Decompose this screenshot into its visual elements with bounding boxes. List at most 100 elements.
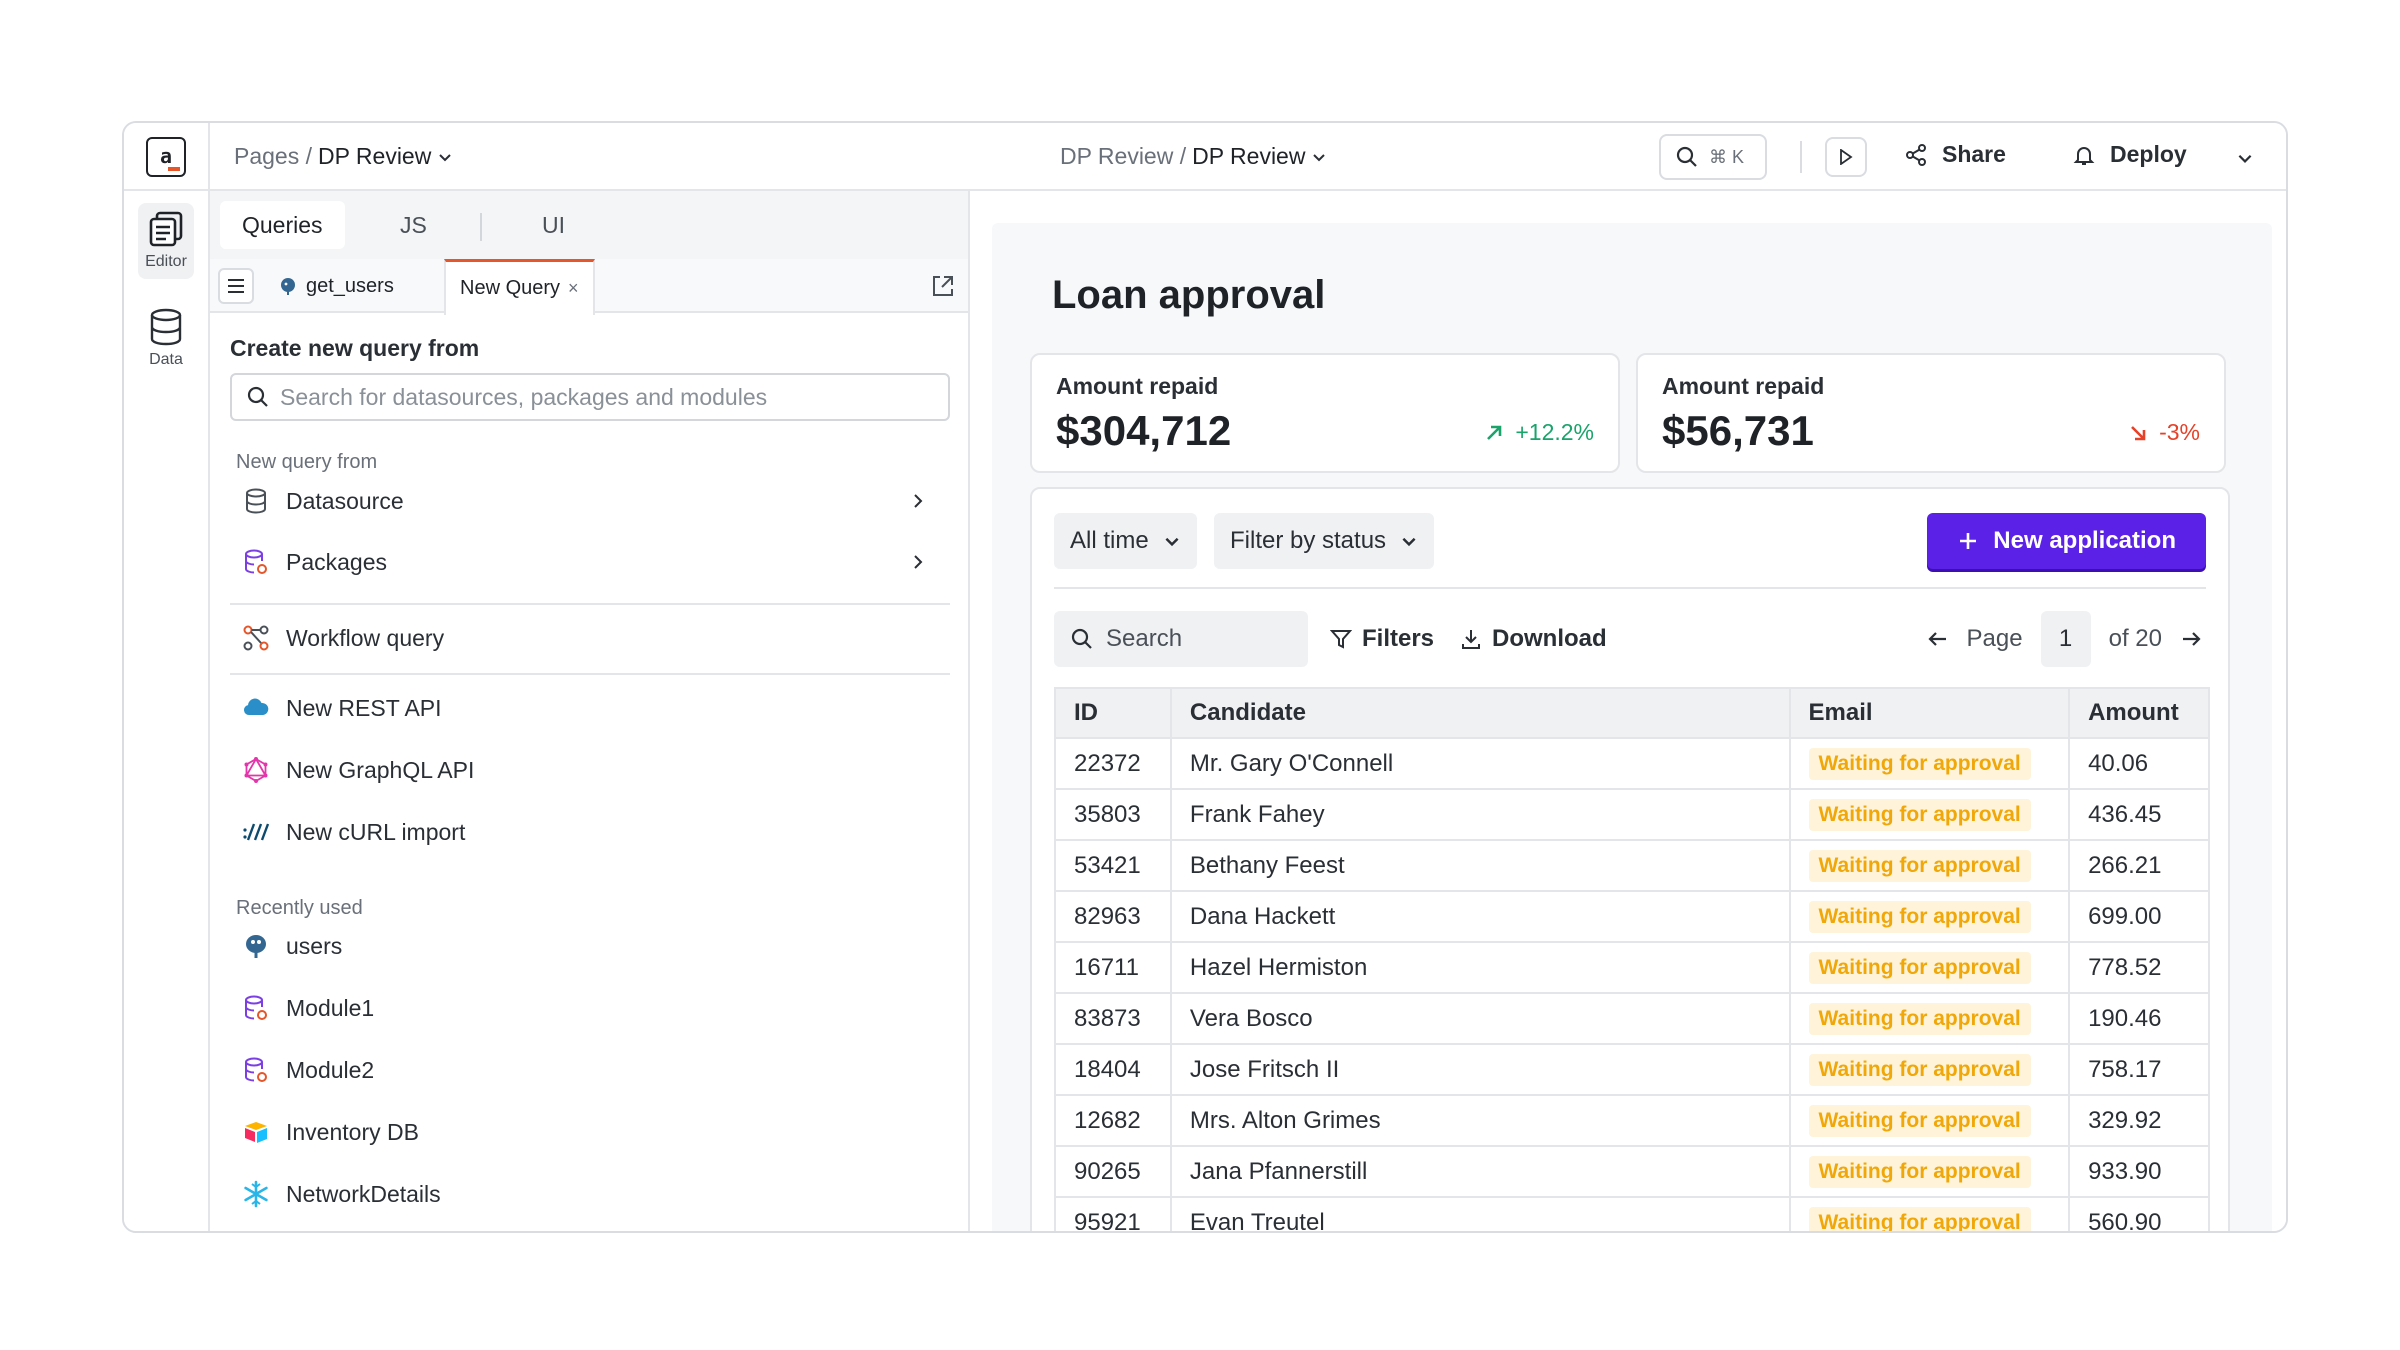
- arrow-up-right-icon: [1487, 425, 1502, 440]
- table-row[interactable]: 18404 Jose Fritsch II Waiting for approval…: [1054, 1043, 2210, 1096]
- cell-status: Waiting for approval: [1788, 1094, 2071, 1147]
- file-tab-label: get_users: [306, 274, 394, 297]
- recent-item-module1[interactable]: Module1: [230, 981, 950, 1035]
- tab-ui[interactable]: UI: [520, 201, 587, 249]
- stat-value: $56,731: [1662, 407, 1814, 454]
- stat-change-value: +12.2%: [1515, 419, 1594, 445]
- hamburger-icon: [228, 279, 244, 293]
- close-icon[interactable]: ×: [568, 278, 579, 299]
- table-row[interactable]: 12682 Mrs. Alton Grimes Waiting for approv…: [1054, 1094, 2210, 1147]
- tab-js[interactable]: JS: [378, 201, 449, 249]
- status-badge: Waiting for approval: [1808, 1053, 2031, 1086]
- table-header-row: ID Candidate Email Amount: [1054, 687, 2210, 739]
- cell-candidate: Jana Pfannerstill: [1169, 1145, 1791, 1198]
- filters-button[interactable]: Filters: [1330, 625, 1434, 653]
- query-item-packages[interactable]: Packages: [230, 535, 950, 589]
- package-icon: [245, 1057, 267, 1082]
- column-header-email[interactable]: Email: [1788, 687, 2071, 739]
- file-tab-new-query[interactable]: New Query ×: [444, 259, 595, 315]
- rail-data-label: Data: [149, 351, 183, 368]
- section-divider: [230, 603, 950, 605]
- appsmith-logo[interactable]: a: [146, 137, 186, 177]
- app-name-breadcrumb[interactable]: DP Review / DP Review: [1060, 143, 1327, 170]
- file-tabs: get_users New Query ×: [210, 259, 968, 315]
- share-button[interactable]: Share: [1904, 141, 2006, 168]
- download-button[interactable]: Download: [1460, 625, 1607, 653]
- recent-item-users[interactable]: users: [230, 919, 950, 973]
- table-row[interactable]: 16711 Hazel Hermiston Waiting for approval…: [1054, 941, 2210, 994]
- cell-candidate: Bethany Feest: [1169, 839, 1791, 892]
- query-item-graphql[interactable]: New GraphQL API: [230, 743, 950, 797]
- status-badge: Waiting for approval: [1808, 849, 2031, 882]
- editor-segment-tabs: Queries JS UI: [210, 191, 968, 259]
- rail-item-data[interactable]: Data: [138, 301, 194, 377]
- time-filter-dropdown[interactable]: All time: [1054, 513, 1197, 569]
- table-row[interactable]: 90265 Jana Pfannerstill Waiting for approv…: [1054, 1145, 2210, 1198]
- cell-candidate: Dana Hackett: [1169, 890, 1791, 943]
- search-icon: [1071, 628, 1092, 649]
- column-header-id[interactable]: ID: [1054, 687, 1172, 739]
- arrow-right-icon[interactable]: [2180, 628, 2202, 650]
- graphql-icon: [244, 757, 268, 783]
- stat-change-value: -3%: [2159, 419, 2200, 445]
- table-search-field[interactable]: Search: [1054, 611, 1308, 667]
- deploy-button[interactable]: Deploy: [2072, 141, 2187, 168]
- table-row[interactable]: 82963 Dana Hackett Waiting for approval 699…: [1054, 890, 2210, 943]
- cloud-icon: [243, 698, 269, 715]
- datasource-search-field[interactable]: [230, 373, 950, 421]
- query-item-rest-api[interactable]: New REST API: [230, 681, 950, 735]
- query-item-workflow[interactable]: Workflow query: [230, 611, 950, 665]
- table-row[interactable]: 95921 Evan Treutel Waiting for approval 560…: [1054, 1196, 2210, 1231]
- preview-button[interactable]: [1825, 137, 1867, 177]
- pagination: Page 1 of 20: [1927, 611, 2202, 667]
- stat-label: Amount repaid: [1056, 373, 1219, 399]
- query-item-curl[interactable]: New cURL import: [230, 805, 950, 859]
- cell-amount: 758.17: [2068, 1043, 2210, 1096]
- breadcrumb-root: Pages /: [234, 143, 312, 169]
- omnibar-search-button[interactable]: ⌘ K: [1659, 134, 1767, 180]
- table-row[interactable]: 22372 Mr. Gary O'Connell Waiting for appro…: [1054, 737, 2210, 790]
- table-row[interactable]: 35803 Frank Fahey Waiting for approval 436.…: [1054, 788, 2210, 841]
- list-toggle-button[interactable]: [218, 268, 254, 304]
- query-create-body: Create new query from New query from Dat…: [230, 313, 950, 1231]
- recent-item-inventory-db[interactable]: Inventory DB: [230, 1105, 950, 1159]
- breadcrumb-page[interactable]: DP Review: [318, 143, 431, 170]
- cell-id: 35803: [1054, 788, 1172, 841]
- popout-icon[interactable]: [930, 273, 956, 299]
- rail-item-editor[interactable]: Editor: [138, 203, 194, 279]
- stat-change: +12.2%: [1483, 419, 1594, 446]
- table-row[interactable]: 83873 Vera Bosco Waiting for approval 190.4…: [1054, 992, 2210, 1045]
- recent-item-module2[interactable]: Module2: [230, 1043, 950, 1097]
- cell-id: 18404: [1054, 1043, 1172, 1096]
- chevron-down-icon[interactable]: [2236, 149, 2254, 167]
- cell-candidate: Frank Fahey: [1169, 788, 1791, 841]
- query-item-label: New REST API: [286, 694, 442, 721]
- query-item-label: Datasource: [286, 487, 404, 514]
- tab-queries[interactable]: Queries: [220, 201, 345, 249]
- app-breadcrumb-page[interactable]: DP Review: [1192, 143, 1305, 170]
- cell-candidate: Jose Fritsch II: [1169, 1043, 1791, 1096]
- breadcrumb[interactable]: Pages / DP Review: [234, 143, 453, 170]
- cell-id: 95921: [1054, 1196, 1172, 1231]
- share-icon: [1906, 143, 1926, 166]
- arrow-left-icon[interactable]: [1927, 628, 1949, 650]
- tab-divider: [480, 213, 482, 241]
- app-window: a Pages / DP Review DP Review / DP Revie…: [122, 121, 2288, 1233]
- column-header-candidate[interactable]: Candidate: [1169, 687, 1791, 739]
- new-application-button[interactable]: New application: [1927, 513, 2206, 569]
- query-item-datasource[interactable]: Datasource: [230, 474, 950, 528]
- page-number-input[interactable]: 1: [2040, 611, 2091, 667]
- datasource-search-input[interactable]: [280, 383, 920, 411]
- status-filter-dropdown[interactable]: Filter by status: [1214, 513, 1435, 569]
- recent-item-network-details[interactable]: NetworkDetails: [230, 1167, 950, 1221]
- status-badge: Waiting for approval: [1808, 951, 2031, 984]
- file-tab-get-users[interactable]: get_users: [264, 259, 408, 313]
- stat-card: Amount repaid $56,731 -3%: [1636, 353, 2226, 473]
- recent-item-label: Module1: [286, 994, 375, 1021]
- recent-item-label: NetworkDetails: [286, 1180, 441, 1207]
- package-icon: [245, 549, 267, 574]
- cell-id: 16711: [1054, 941, 1172, 994]
- query-item-label: Packages: [286, 548, 388, 575]
- table-row[interactable]: 53421 Bethany Feest Waiting for approval 26…: [1054, 839, 2210, 892]
- column-header-amount[interactable]: Amount: [2068, 687, 2210, 739]
